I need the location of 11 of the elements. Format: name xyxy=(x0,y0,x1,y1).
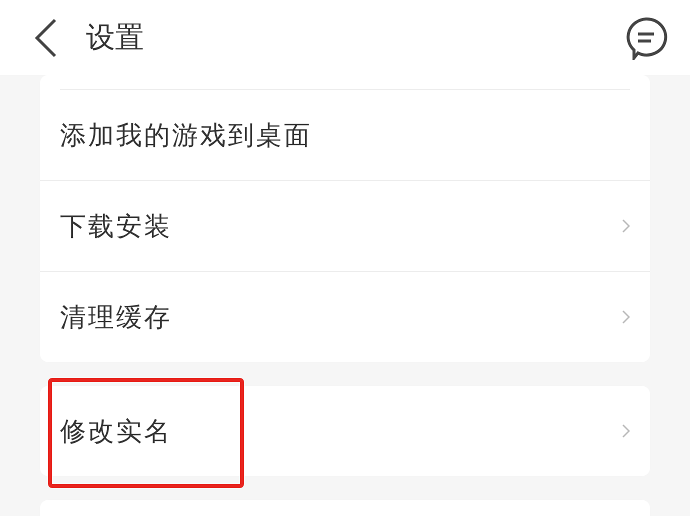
settings-item[interactable]: 修改实名 xyxy=(40,386,650,476)
message-icon[interactable] xyxy=(624,16,668,60)
item-label: 清理缓存 xyxy=(60,302,172,334)
back-icon[interactable] xyxy=(34,18,58,58)
item-label: 修改实名 xyxy=(60,416,172,448)
page-title: 设置 xyxy=(86,20,145,56)
settings-item[interactable]: 添加我的游戏到桌面 xyxy=(40,90,650,180)
item-label: 下载安装 xyxy=(60,210,172,242)
item-label: 添加我的游戏到桌面 xyxy=(60,120,312,152)
settings-item[interactable]: 下载安装 xyxy=(40,180,650,271)
settings-item[interactable]: 清理缓存 xyxy=(40,271,650,362)
